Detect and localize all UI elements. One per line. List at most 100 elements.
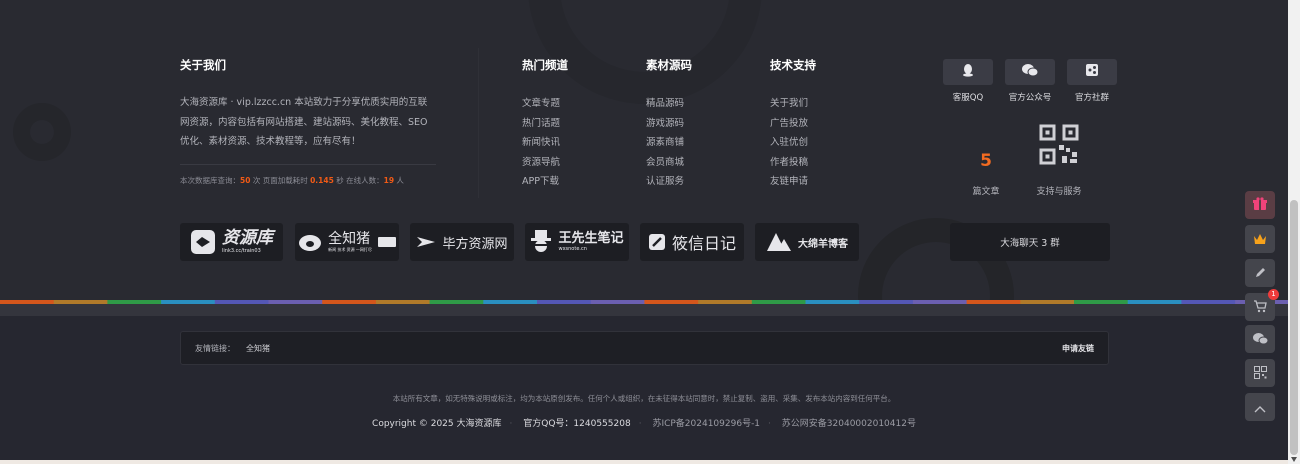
divider-band <box>0 304 1288 316</box>
qq-penguin-icon <box>961 63 975 81</box>
qrcode-icon <box>1253 364 1267 383</box>
stats-suffix: 人 <box>394 175 404 185</box>
cart-button[interactable]: 1 <box>1245 289 1279 321</box>
partner-logo-bifang[interactable]: 毕方资源网 <box>410 223 514 261</box>
cart-icon <box>1253 298 1268 317</box>
social-label: 客服QQ <box>952 93 984 103</box>
footer-link[interactable]: 关于我们 <box>770 94 816 114</box>
footer-link[interactable]: 文章专题 <box>522 94 568 114</box>
footer-link[interactable]: 会员商城 <box>646 153 692 173</box>
partner-name: 筱信日记 <box>671 234 736 253</box>
partner-sub: link3.cc/train03 <box>222 248 261 254</box>
footer-link[interactable]: 入驻优创 <box>770 133 816 153</box>
column-source-code: 素材源码 精品源码 游戏源码 源素商铺 会员商城 认证服务 <box>646 57 692 192</box>
icp-link[interactable]: 苏ICP备2024109296号-1 <box>652 419 760 429</box>
column-separator <box>478 48 479 198</box>
wechat-icon <box>1021 63 1039 81</box>
about-section: 关于我们 大海资源库 · vip.lzzcc.cn 本站致力于分享优质实用的互联… <box>180 57 436 186</box>
about-title: 关于我们 <box>180 58 226 72</box>
column-hot-channels: 热门频道 文章专题 热门话题 新闻快讯 资源导航 APP下载 <box>522 57 568 192</box>
chat-group-button[interactable]: 大海聊天 3 群 <box>950 223 1110 261</box>
footer-link[interactable]: 游戏源码 <box>646 114 692 134</box>
pencil-icon <box>1254 264 1267 283</box>
write-post-button[interactable] <box>1245 259 1275 287</box>
copyright-text: Copyright © 2025 大海资源库 <box>372 419 502 429</box>
stats-queries: 50 <box>240 175 251 185</box>
partner-logo-xiaoxin[interactable]: 筱信日记 <box>640 223 744 261</box>
scrollbar-thumb[interactable] <box>1290 200 1298 455</box>
site-stats: 本次数据库查询：50 次 页面加载耗时 0.145 秒 在线人数：19 人 <box>180 175 436 186</box>
background-circle-decoration <box>13 103 71 161</box>
community-button[interactable] <box>1067 59 1117 85</box>
copyright-line: Copyright © 2025 大海资源库 · 官方QQ号：1240555208… <box>372 419 916 429</box>
support-label: 支持与服务 <box>1036 187 1082 197</box>
stats-prefix: 本次数据库查询： <box>180 175 240 185</box>
partner-name: 资源库 <box>222 228 273 248</box>
social-label: 官方社群 <box>1074 93 1109 103</box>
cart-badge: 1 <box>1268 289 1279 300</box>
partner-name: 毕方资源网 <box>442 236 508 252</box>
footer-link[interactable]: 作者投稿 <box>770 153 816 173</box>
footer-link[interactable]: 友链申请 <box>770 172 816 192</box>
mountain-logo-icon <box>766 231 792 253</box>
column-title: 热门频道 <box>522 58 568 72</box>
footer-link[interactable]: APP下载 <box>522 172 568 192</box>
partner-name: 大绵羊博客 <box>798 238 848 250</box>
footer-link[interactable]: 新闻快讯 <box>522 133 568 153</box>
stats-text: 秒 在线人数： <box>333 175 384 185</box>
apply-friend-link-button[interactable]: 申请友链 <box>1062 343 1094 354</box>
partner-logo-damianyang[interactable]: 大绵羊博客 <box>755 223 859 261</box>
qrcode-icon <box>1038 124 1080 166</box>
wechat-button[interactable] <box>1245 325 1275 353</box>
footer-link[interactable]: 源素商铺 <box>646 133 692 153</box>
book-logo-icon <box>648 233 666 251</box>
friend-links-label: 友情链接： <box>195 344 235 353</box>
page-scrollbar[interactable] <box>1288 0 1300 464</box>
footer-link[interactable]: 认证服务 <box>646 172 692 192</box>
copyright-notice: 本站所有文章，如无特殊说明或标注，均为本站原创发布。任何个人或组织，在未征得本站… <box>392 394 896 403</box>
crown-icon <box>1253 230 1267 249</box>
divider <box>180 163 436 165</box>
column-tech-support: 技术支持 关于我们 广告投放 入驻优创 作者投稿 友链申请 <box>770 57 816 192</box>
qrcode-button[interactable] <box>1245 359 1275 387</box>
footer-link[interactable]: 广告投放 <box>770 114 816 134</box>
gentleman-logo-icon <box>530 229 552 255</box>
partner-logo-wangxiansheng[interactable]: 王先生笔记 wxsnote.cn <box>525 223 629 261</box>
footer-link[interactable]: 精品源码 <box>646 94 692 114</box>
column-title: 技术支持 <box>770 58 816 72</box>
wechat-official-button[interactable] <box>1005 59 1055 85</box>
screen-icon <box>377 237 396 247</box>
gift-icon <box>1253 196 1267 215</box>
fish-logo-icon <box>190 229 216 255</box>
friend-link[interactable]: 全知猪 <box>246 343 270 354</box>
scroll-down-arrow-icon[interactable] <box>1291 457 1297 462</box>
partner-sub: wxsnote.cn <box>558 246 587 252</box>
official-qq: 官方QQ号：1240555208 <box>523 419 631 429</box>
article-count-label: 篇文章 <box>972 187 1000 197</box>
wechat-icon <box>1252 330 1269 349</box>
footer-link[interactable]: 热门话题 <box>522 114 568 134</box>
partner-sub: 新闻 技术 资源 一网打尽 <box>328 247 372 252</box>
qq-button[interactable] <box>943 59 993 85</box>
share-icon <box>1086 64 1098 80</box>
partner-logo-quanzhizhu[interactable]: 全知猪 新闻 技术 资源 一网打尽 <box>295 223 399 261</box>
partner-name: 王先生笔记 <box>558 231 624 246</box>
stats-text: 次 页面加载耗时 <box>250 175 311 185</box>
partner-logo-resource-lib[interactable]: 资源库 link3.cc/train03 <box>180 223 283 261</box>
gift-button[interactable] <box>1245 191 1275 219</box>
pig-logo-icon <box>298 232 322 252</box>
partner-name: 全知猪 <box>328 231 371 247</box>
page-bottom-strip <box>0 460 1288 464</box>
article-count: 5 <box>980 151 992 171</box>
police-record-link[interactable]: 苏公网安备32040002010412号 <box>782 419 916 429</box>
stats-load-time: 0.145 <box>310 175 334 185</box>
column-title: 素材源码 <box>646 58 692 72</box>
bird-logo-icon <box>416 235 436 249</box>
vip-button[interactable] <box>1245 225 1275 253</box>
about-description: 大海资源库 · vip.lzzcc.cn 本站致力于分享优质实用的互联网资源，内… <box>180 97 428 147</box>
footer-link[interactable]: 资源导航 <box>522 153 568 173</box>
back-to-top-button[interactable] <box>1245 393 1275 421</box>
back-to-top-icon <box>1254 398 1266 417</box>
social-label: 官方公众号 <box>1008 93 1052 103</box>
stats-online: 19 <box>383 175 395 185</box>
